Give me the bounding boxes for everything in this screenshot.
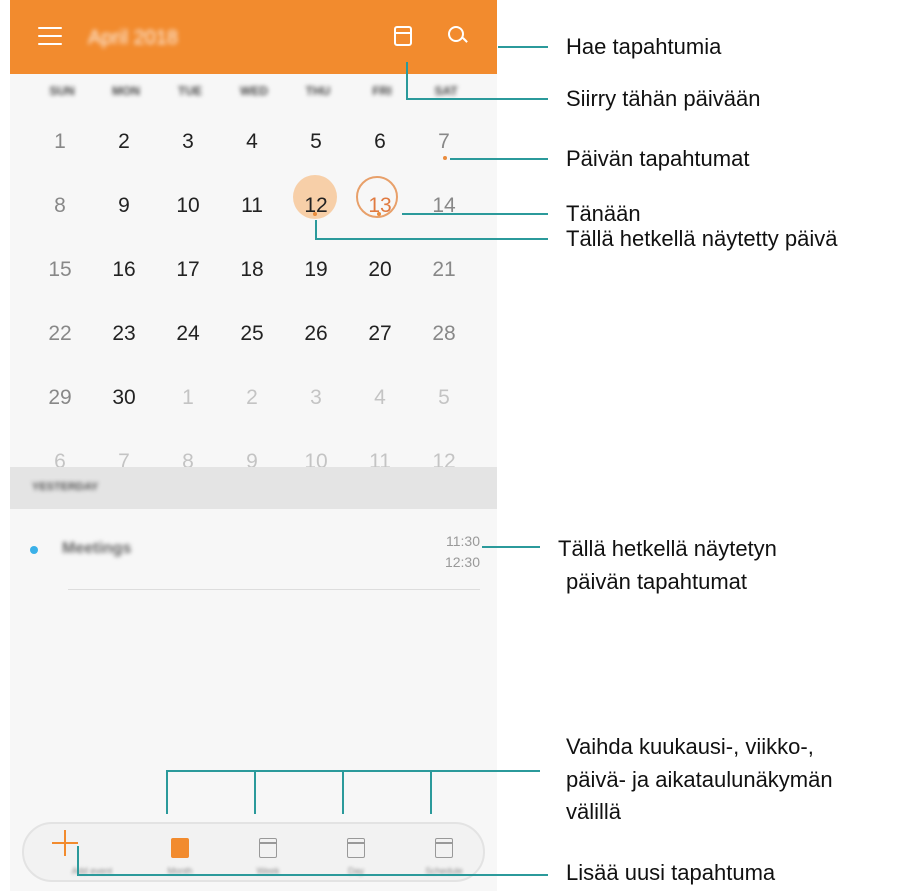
- calendar-day[interactable]: 9: [92, 184, 156, 228]
- calendar-day[interactable]: 11: [220, 184, 284, 228]
- divider: [68, 589, 480, 590]
- weekday-label: FRI: [372, 84, 392, 98]
- annotation-switch-view-1: Vaihda kuukausi-, viikko-,: [566, 734, 814, 759]
- annotation-switch-view-3: välillä: [566, 799, 622, 824]
- week-view-button[interactable]: Week: [236, 824, 300, 880]
- calendar-day[interactable]: 10: [156, 184, 220, 228]
- event-title: Meetings: [62, 540, 132, 557]
- calendar-day[interactable]: 26: [284, 312, 348, 356]
- calendar-day[interactable]: 1: [156, 376, 220, 420]
- calendar-day[interactable]: 1: [28, 120, 92, 164]
- calendar-day[interactable]: 3: [156, 120, 220, 164]
- calendar-day[interactable]: 20: [348, 248, 412, 292]
- event-start-time: 11:30: [446, 533, 480, 549]
- annotation-displayed-events-1: Tällä hetkellä näytetyn: [558, 536, 777, 561]
- calendar-day[interactable]: 14: [412, 184, 476, 228]
- weekday-label: SUN: [49, 84, 75, 98]
- annotation-displayed-events-2: päivän tapahtumat: [566, 569, 748, 594]
- top-app-bar: April 2018: [10, 0, 497, 74]
- calendar-day[interactable]: 4: [220, 120, 284, 164]
- calendar-day[interactable]: 28: [412, 312, 476, 356]
- annotation-line: [315, 238, 548, 240]
- calendar-day[interactable]: 15: [28, 248, 92, 292]
- annotation-line: [166, 770, 540, 772]
- month-view-button[interactable]: Month: [148, 824, 212, 880]
- calendar-day[interactable]: 27: [348, 312, 412, 356]
- annotation-day-events: Päivän tapahtumat: [566, 146, 750, 171]
- schedule-view-button[interactable]: Schedule: [412, 824, 476, 880]
- calendar-app: April 2018 SUN MON TUE WED THU FRI SAT 1234567…: [10, 0, 497, 891]
- calendar-day[interactable]: 29: [28, 376, 92, 420]
- agenda-section-header: YESTERDAY: [10, 467, 497, 509]
- calendar-day[interactable]: 24: [156, 312, 220, 356]
- weekday-label: TUE: [178, 84, 202, 98]
- month-title: April 2018: [88, 27, 179, 49]
- calendar-day[interactable]: 8: [28, 184, 92, 228]
- event-end-time: 12:30: [444, 554, 480, 570]
- annotation-line: [430, 770, 432, 814]
- menu-icon[interactable]: [38, 27, 62, 45]
- weekday-label: WED: [240, 84, 268, 98]
- weekday-label: MON: [112, 84, 140, 98]
- annotation-line: [342, 770, 344, 814]
- annotation-today: Tänään: [566, 201, 641, 226]
- event-indicator-dot: [313, 212, 317, 216]
- annotation-line: [77, 874, 548, 876]
- annotation-switch-view-2: päivä- ja aikataulunäkymän: [566, 767, 833, 792]
- event-list-item[interactable]: Meetings 11:30 12:30: [10, 520, 497, 590]
- month-icon: [171, 838, 189, 858]
- annotation-line: [77, 846, 79, 876]
- calendar-day[interactable]: 21: [412, 248, 476, 292]
- day-icon: [347, 838, 365, 858]
- annotation-line: [254, 770, 256, 814]
- calendar-day[interactable]: 6: [348, 120, 412, 164]
- annotation-line: [482, 546, 540, 548]
- annotation-displayed-day: Tällä hetkellä näytetty päivä: [566, 226, 838, 251]
- add-event-button[interactable]: [52, 830, 78, 856]
- annotation-line: [450, 158, 548, 160]
- calendar-icon[interactable]: [394, 26, 412, 46]
- annotation-line: [315, 220, 317, 240]
- annotation-line: [498, 46, 548, 48]
- schedule-icon: [435, 838, 453, 858]
- calendar-day[interactable]: 18: [220, 248, 284, 292]
- calendar-day[interactable]: 30: [92, 376, 156, 420]
- day-view-button[interactable]: Day: [324, 824, 388, 880]
- weekday-label: SAT: [434, 84, 458, 98]
- annotation-line: [406, 98, 548, 100]
- annotation-search: Hae tapahtumia: [566, 34, 722, 59]
- annotation-line: [166, 770, 168, 814]
- calendar-day[interactable]: 23: [92, 312, 156, 356]
- calendar-day[interactable]: 3: [284, 376, 348, 420]
- annotation-line: [402, 213, 548, 215]
- weekday-header: SUN MON TUE WED THU FRI SAT: [10, 84, 497, 104]
- calendar-day[interactable]: 5: [412, 376, 476, 420]
- annotation-line: [406, 62, 408, 100]
- event-indicator-dot: [377, 212, 381, 216]
- calendar-day[interactable]: 2: [220, 376, 284, 420]
- calendar-day[interactable]: 16: [92, 248, 156, 292]
- calendar-day[interactable]: 17: [156, 248, 220, 292]
- bottom-navigation: Month Week Day Schedule Add event: [22, 822, 485, 882]
- calendar-day[interactable]: 4: [348, 376, 412, 420]
- calendar-day[interactable]: 25: [220, 312, 284, 356]
- calendar-day[interactable]: 19: [284, 248, 348, 292]
- annotation-add-event: Lisää uusi tapahtuma: [566, 860, 776, 885]
- section-label: YESTERDAY: [32, 481, 99, 493]
- calendar-day[interactable]: 2: [92, 120, 156, 164]
- calendar-day[interactable]: 5: [284, 120, 348, 164]
- calendar-day[interactable]: 13: [348, 184, 412, 228]
- weekday-label: THU: [305, 84, 331, 98]
- event-color-dot: [30, 546, 38, 554]
- search-icon[interactable]: [448, 26, 466, 44]
- event-indicator-dot: [443, 156, 447, 160]
- calendar-day[interactable]: 22: [28, 312, 92, 356]
- week-icon: [259, 838, 277, 858]
- annotation-goto-today: Siirry tähän päivään: [566, 86, 761, 111]
